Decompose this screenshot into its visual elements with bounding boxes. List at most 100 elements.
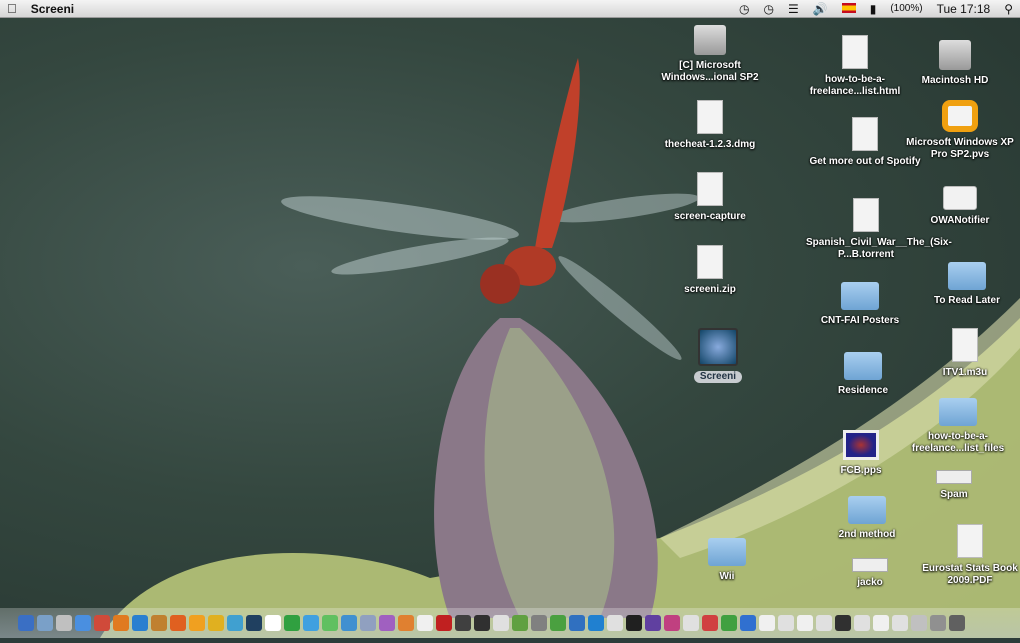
dock-app-icon[interactable]: [550, 615, 566, 631]
apple-menu-icon[interactable]: : [0, 1, 24, 16]
dock-app-icon[interactable]: [18, 615, 34, 631]
dock-app-icon[interactable]: [588, 615, 604, 631]
file-icon: [852, 117, 878, 151]
spanish-flag-icon[interactable]: [835, 2, 863, 16]
dock-app-icon[interactable]: [474, 615, 490, 631]
desktop-icon[interactable]: how-to-be-a-freelance...list_files: [898, 398, 1018, 455]
desktop-icon[interactable]: Spam: [894, 470, 1014, 501]
dock-app-icon[interactable]: [835, 615, 851, 631]
folder-icon: [948, 262, 986, 290]
desktop-icon-label: how-to-be-a-freelance...list_files: [911, 431, 1005, 454]
dock-app-icon[interactable]: [531, 615, 547, 631]
dock-app-icon[interactable]: [379, 615, 395, 631]
dock-app-icon[interactable]: [778, 615, 794, 631]
dock-app-icon[interactable]: [208, 615, 224, 631]
volume-icon[interactable]: 🔊: [806, 2, 835, 16]
clock[interactable]: Tue 17:18: [930, 2, 998, 16]
desktop-icon[interactable]: screen-capture: [650, 172, 770, 223]
dock-app-icon[interactable]: [56, 615, 72, 631]
clock-history-icon[interactable]: ◷: [757, 2, 781, 16]
desktop-icon[interactable]: CNT-FAI Posters: [800, 282, 920, 327]
dock-app-icon[interactable]: [75, 615, 91, 631]
dock-app-icon[interactable]: [816, 615, 832, 631]
menu-bar:  Screeni ◷ ◷ ☰ 🔊 ▮ (100%) Tue 17:18 ⚲: [0, 0, 1020, 18]
desktop-icon[interactable]: screeni.zip: [650, 245, 770, 296]
dock-app-icon[interactable]: [759, 615, 775, 631]
desktop-icon[interactable]: OWANotifier: [900, 186, 1020, 227]
dock-app-icon[interactable]: [284, 615, 300, 631]
dock-app-icon[interactable]: [607, 615, 623, 631]
dock-app-icon[interactable]: [949, 615, 965, 631]
desktop-icon[interactable]: 2nd method: [807, 496, 927, 541]
desktop-icon[interactable]: Eurostat Stats Book 2009.PDF: [910, 524, 1020, 587]
dock-app-icon[interactable]: [322, 615, 338, 631]
dock-app-icon[interactable]: [702, 615, 718, 631]
dock-app-icon[interactable]: [626, 615, 642, 631]
dock-app-icon[interactable]: [341, 615, 357, 631]
dock-app-icon[interactable]: [398, 615, 414, 631]
dock-app-icon[interactable]: [37, 615, 53, 631]
dock-app-icon[interactable]: [569, 615, 585, 631]
desktop-icon[interactable]: Macintosh HD: [895, 40, 1015, 87]
dock: [0, 608, 1020, 638]
drive-icon: [694, 25, 726, 55]
dock-app-icon[interactable]: [360, 615, 376, 631]
desktop-icon-label: 2nd method: [838, 529, 896, 540]
desktop-icon[interactable]: Screeni: [658, 328, 778, 384]
desktop-icon-label: To Read Later: [934, 295, 1000, 306]
dock-app-icon[interactable]: [493, 615, 509, 631]
dock-app-icon[interactable]: [265, 615, 281, 631]
desktop-icon[interactable]: ITV1.m3u: [905, 328, 1020, 379]
desktop-icon-label: Screeni: [693, 371, 743, 383]
dock-app-icon[interactable]: [892, 615, 908, 631]
dock-app-icon[interactable]: [740, 615, 756, 631]
dock-app-icon[interactable]: [645, 615, 661, 631]
file-icon: [853, 198, 879, 232]
dock-app-icon[interactable]: [873, 615, 889, 631]
desktop-icon[interactable]: thecheat-1.2.3.dmg: [650, 100, 770, 151]
dock-app-icon[interactable]: [512, 615, 528, 631]
battery-icon[interactable]: ▮: [863, 2, 884, 16]
desktop-icon-label: Wii: [719, 571, 735, 582]
dock-app-icon[interactable]: [930, 615, 946, 631]
spotlight-search-icon[interactable]: ⚲: [997, 2, 1020, 16]
dock-app-icon[interactable]: [94, 615, 110, 631]
folder-icon: [848, 496, 886, 524]
dock-app-icon[interactable]: [436, 615, 452, 631]
app-menu[interactable]: Screeni: [24, 2, 81, 16]
dock-app-icon[interactable]: [151, 615, 167, 631]
file-icon: [843, 430, 879, 460]
wifi-icon[interactable]: ☰: [781, 2, 806, 16]
dock-app-icon[interactable]: [664, 615, 680, 631]
desktop-icon[interactable]: Microsoft Windows XP Pro SP2.pvs: [900, 100, 1020, 161]
dock-app-icon[interactable]: [721, 615, 737, 631]
dock-app-icon[interactable]: [170, 615, 186, 631]
battery-percent: (100%): [890, 3, 923, 14]
dock-app-icon[interactable]: [455, 615, 471, 631]
dock-app-icon[interactable]: [227, 615, 243, 631]
desktop-icon[interactable]: Wii: [667, 538, 787, 583]
file-icon: [852, 558, 888, 572]
folder-icon: [841, 282, 879, 310]
dock-app-icon[interactable]: [911, 615, 927, 631]
desktop-icon-label: screen-capture: [674, 211, 746, 222]
dock-app-icon[interactable]: [854, 615, 870, 631]
dock-app-icon[interactable]: [189, 615, 205, 631]
desktop-icon-label: Residence: [837, 385, 889, 396]
time-machine-icon[interactable]: ◷: [732, 2, 756, 16]
desktop-icon-label: thecheat-1.2.3.dmg: [664, 139, 756, 150]
desktop-icon[interactable]: To Read Later: [907, 262, 1020, 307]
dock-app-icon[interactable]: [797, 615, 813, 631]
desktop-icon[interactable]: [C] Microsoft Windows...ional SP2: [650, 25, 770, 84]
file-icon: [697, 245, 723, 279]
dock-app-icon[interactable]: [683, 615, 699, 631]
desktop-icon-label: Macintosh HD: [921, 75, 989, 86]
dock-app-icon[interactable]: [417, 615, 433, 631]
dock-app-icon[interactable]: [246, 615, 262, 631]
dock-app-icon[interactable]: [113, 615, 129, 631]
dock-app-icon[interactable]: [132, 615, 148, 631]
desktop-icon-label: OWANotifier: [930, 215, 990, 226]
desktop-icon-label: ITV1.m3u: [942, 367, 988, 378]
desktop-icon-label: screeni.zip: [684, 284, 736, 295]
dock-app-icon[interactable]: [303, 615, 319, 631]
